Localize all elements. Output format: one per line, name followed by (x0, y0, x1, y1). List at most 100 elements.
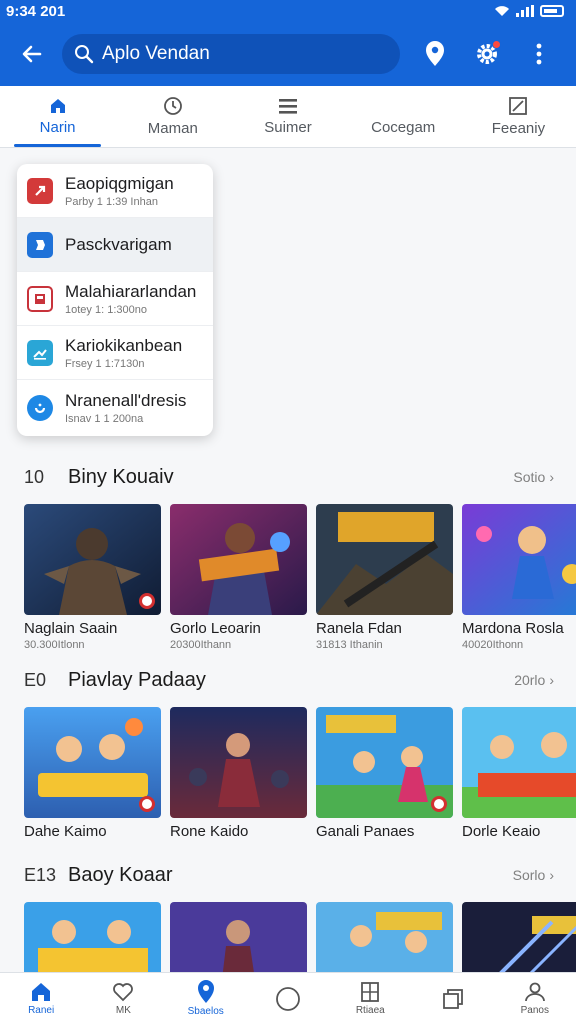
edit-icon (509, 97, 528, 115)
home-icon (32, 983, 51, 1001)
dropdown-item-title: Kariokikanbean (65, 335, 183, 355)
see-more-label: Sorlo (512, 867, 546, 883)
dropdown-item[interactable]: Kariokikanbean Frsey 1 1:7130n (17, 326, 213, 380)
dropdown-item-subtitle: Isnav 1 1 200na (65, 413, 144, 425)
game-subtitle: 20300Ithann (170, 639, 232, 651)
game-title: Dahe Kaimo (24, 823, 107, 840)
nav-circle[interactable] (247, 973, 329, 1024)
search-bar[interactable] (62, 34, 400, 74)
circle-icon (276, 986, 300, 1011)
location-button[interactable] (418, 37, 452, 71)
map-pin-icon (426, 41, 444, 66)
nav-mk[interactable]: MK (82, 973, 164, 1024)
chevron-right-icon: › (549, 469, 554, 485)
app-bar-actions (418, 37, 556, 71)
game-subtitle: 40020Ithonn (462, 639, 524, 651)
dropdown-item-subtitle: Parby 1 1:39 Inhan (65, 195, 158, 208)
nav-panos[interactable]: Panos (494, 973, 576, 1024)
badge-icon (139, 593, 155, 609)
game-thumbnail (170, 707, 307, 818)
bottom-navigation: Ranei MK Sbaelos Rtiaea Panos (0, 972, 576, 1024)
tab-narin[interactable]: Narin (0, 86, 115, 147)
more-menu-button[interactable] (522, 37, 556, 71)
app-icon (27, 339, 53, 366)
section-piavlay-padaay: E0 Piavlay Padaay 20rlo › Dahe Kaimo Rone… (0, 665, 576, 840)
section-header: E0 Piavlay Padaay 20rlo › (0, 665, 576, 695)
tab-label: Narin (39, 119, 76, 136)
more-vert-icon (536, 43, 542, 65)
nav-ranei[interactable]: Ranei (0, 973, 82, 1024)
tab-label: Feeaniy (491, 120, 546, 137)
back-button[interactable] (12, 34, 52, 74)
app-icon (27, 231, 53, 258)
game-card[interactable]: Dahe Kaimo (24, 707, 161, 840)
game-thumbnail (316, 707, 453, 818)
game-thumbnail (316, 504, 453, 615)
tab-cocegam[interactable]: Cocegam (346, 86, 461, 147)
notification-dot (492, 40, 501, 49)
section-number: E0 (24, 669, 47, 690)
tab-label: Cocegam (371, 119, 436, 136)
app-bar (0, 22, 576, 86)
nav-sbaelos[interactable]: Sbaelos (165, 973, 247, 1024)
nav-label: Sbaelos (187, 1006, 224, 1017)
section-title: Baoy Koaar (68, 863, 173, 886)
dropdown-item[interactable]: Eaopiqgmigan Parby 1 1:39 Inhan (17, 164, 213, 218)
see-more-link[interactable]: Sorlo › (513, 867, 554, 883)
status-icons (494, 5, 564, 17)
game-card[interactable]: Mardona Rosla 40020Ithonn (462, 504, 576, 651)
list-icon (279, 99, 297, 114)
section-header: 10 Biny Kouaiv Sotio › (0, 462, 576, 492)
game-title: Naglain Saain (24, 620, 118, 637)
top-tab-bar: Narin Maman Suimer Cocegam Feeaniy (0, 86, 576, 148)
see-more-link[interactable]: 20rlo › (514, 672, 554, 688)
dropdown-item-title: Malahiararlandan (65, 281, 197, 301)
section-biny-kouaiv: 10 Biny Kouaiv Sotio › Naglain Saain 30.3… (0, 462, 576, 651)
game-card[interactable]: Gorlo Leoarin 20300Ithann (170, 504, 307, 651)
badge-icon (139, 796, 155, 812)
dropdown-item-title: Pasckvarigam (65, 234, 172, 254)
see-more-label: 20rlo (514, 672, 546, 688)
card-row: Naglain Saain 30.300Itlonn Gorlo Leoarin… (0, 504, 576, 651)
nav-copy[interactable] (411, 973, 493, 1024)
home-icon (50, 99, 65, 113)
nav-rtiaea[interactable]: Rtiaea (329, 973, 411, 1024)
game-card[interactable]: Rone Kaido (170, 707, 307, 840)
see-more-link[interactable]: Sotio › (513, 469, 554, 485)
wifi-icon (495, 6, 509, 16)
nav-label: Ranei (28, 1005, 55, 1016)
profile-icon (524, 982, 545, 1002)
game-card[interactable]: Dorle Keaio (462, 707, 576, 840)
search-input[interactable] (102, 43, 382, 65)
game-title: Ranela Fdan (316, 620, 402, 637)
game-card[interactable]: Ranela Fdan 31813 Ithanin (316, 504, 453, 651)
nav-label: Panos (520, 1005, 549, 1016)
copy-icon (442, 988, 463, 1009)
section-number: 10 (24, 466, 45, 487)
dropdown-item-title: Eaopiqgmigan (65, 173, 174, 193)
chevron-right-icon: › (549, 672, 554, 688)
status-bar: 9:34 201 (0, 0, 576, 22)
app-icon (27, 285, 53, 312)
game-thumbnail (24, 504, 161, 615)
tab-feeaniy[interactable]: Feeaniy (461, 86, 576, 147)
tab-label: Maman (147, 120, 198, 137)
app-icon (27, 177, 53, 204)
settings-button[interactable] (470, 37, 504, 71)
game-card[interactable]: Naglain Saain 30.300Itlonn (24, 504, 161, 651)
tab-suimer[interactable]: Suimer (230, 86, 345, 147)
badge-icon (431, 796, 447, 812)
game-subtitle: 30.300Itlonn (24, 639, 85, 651)
nav-label: Rtiaea (355, 1005, 385, 1016)
book-icon (361, 982, 380, 1002)
dropdown-item[interactable]: Malahiararlandan 1otey 1: 1:300no (17, 272, 213, 326)
game-card[interactable]: Ganali Panaes (316, 707, 453, 840)
dropdown-item[interactable]: Pasckvarigam (17, 218, 213, 272)
search-icon (75, 45, 94, 64)
dropdown-item[interactable]: Nranenall'dresis Isnav 1 1 200na (17, 380, 213, 436)
section-header: E13 Baoy Koaar Sorlo › (0, 860, 576, 890)
signal-icon (516, 5, 534, 17)
section-title: Biny Kouaiv (68, 465, 174, 488)
tab-maman[interactable]: Maman (115, 86, 230, 147)
card-row: Dahe Kaimo Rone Kaido Ganali Panaes Dorl… (0, 707, 576, 840)
